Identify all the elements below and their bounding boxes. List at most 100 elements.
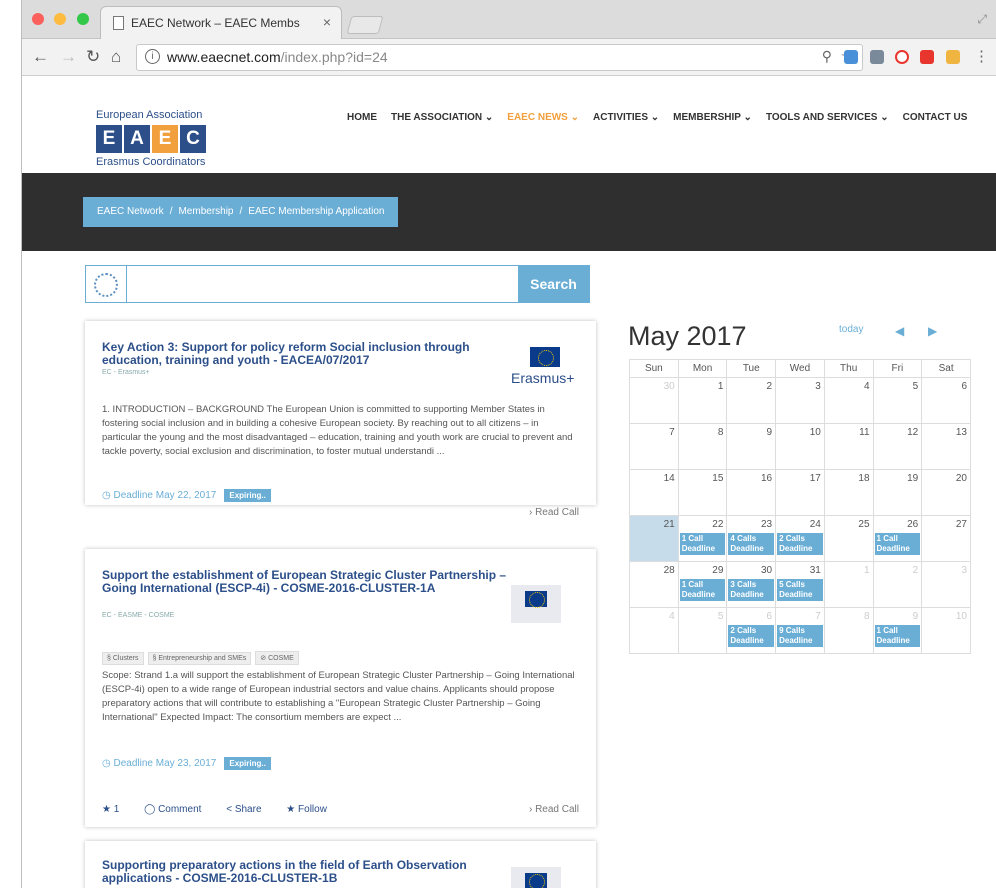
- calendar-day[interactable]: 13: [921, 423, 971, 470]
- close-window-button[interactable]: [32, 13, 44, 25]
- follow-button[interactable]: ★ Follow: [286, 804, 327, 815]
- active-tab[interactable]: EAEC Network – EAEC Membs ×: [100, 6, 342, 39]
- calendar-day[interactable]: 18: [823, 469, 874, 516]
- nav-item[interactable]: TOOLS AND SERVICES ⌄: [766, 112, 889, 123]
- calendar-day[interactable]: 29 1 Call Deadline: [677, 561, 728, 608]
- calendar-day[interactable]: 26 1 Call Deadline: [872, 515, 923, 562]
- calendar-today-button[interactable]: today: [839, 324, 863, 335]
- extension-icon[interactable]: [870, 50, 884, 64]
- close-tab-icon[interactable]: ×: [323, 14, 331, 30]
- nav-item[interactable]: THE ASSOCIATION ⌄: [391, 112, 493, 123]
- breadcrumb-item[interactable]: Membership: [178, 206, 233, 217]
- url-text[interactable]: www.eaecnet.com/index.php?id=24: [167, 49, 388, 65]
- calendar-day[interactable]: 2: [872, 561, 923, 608]
- breadcrumb-item[interactable]: EAEC Network: [97, 206, 164, 217]
- calendar-day[interactable]: 16: [726, 469, 777, 516]
- call-title[interactable]: Key Action 3: Support for policy reform …: [102, 341, 502, 367]
- calendar-next-icon[interactable]: ▶: [928, 324, 937, 338]
- calendar-day[interactable]: 31 5 Calls Deadline: [775, 561, 825, 608]
- calendar-day[interactable]: 4: [629, 607, 679, 654]
- calendar-day[interactable]: 30 3 Calls Deadline: [726, 561, 777, 608]
- new-tab-button[interactable]: [346, 16, 384, 34]
- calendar-day[interactable]: 19: [872, 469, 923, 516]
- site-logo[interactable]: European Association EAEC Erasmus Coordi…: [96, 109, 208, 168]
- call-title[interactable]: Supporting preparatory actions in the fi…: [102, 859, 502, 885]
- calendar-day[interactable]: 11: [823, 423, 874, 470]
- deadline-event[interactable]: 2 Calls Deadline: [728, 625, 775, 647]
- info-icon[interactable]: i: [145, 49, 160, 64]
- calendar-day[interactable]: 1: [677, 377, 728, 424]
- calendar-day[interactable]: 12: [872, 423, 923, 470]
- forward-icon[interactable]: →: [60, 47, 77, 67]
- calendar-day[interactable]: 21: [629, 515, 679, 562]
- calendar-day[interactable]: 30: [629, 377, 679, 424]
- calendar-prev-icon[interactable]: ◀: [895, 324, 904, 338]
- calendar-day[interactable]: 8: [677, 423, 728, 470]
- search-input[interactable]: [130, 270, 514, 298]
- like-count[interactable]: ★ 1: [102, 804, 119, 815]
- extension-icon[interactable]: [844, 50, 858, 64]
- home-icon[interactable]: ⌂: [111, 47, 121, 67]
- nav-item[interactable]: CONTACT US: [903, 112, 968, 123]
- calendar-day[interactable]: 28: [629, 561, 679, 608]
- nav-item[interactable]: MEMBERSHIP ⌄: [673, 112, 752, 123]
- calendar-day[interactable]: 22 1 Call Deadline: [677, 515, 728, 562]
- address-bar[interactable]: i www.eaecnet.com/index.php?id=24 ⚲ ☆: [136, 44, 863, 71]
- tag[interactable]: § Clusters: [102, 652, 144, 665]
- calendar-day[interactable]: 2: [726, 377, 777, 424]
- calendar-day[interactable]: 4: [823, 377, 874, 424]
- reload-icon[interactable]: ↻: [86, 47, 100, 67]
- deadline-event[interactable]: 1 Call Deadline: [679, 533, 726, 555]
- tag[interactable]: ⊘ COSME: [255, 651, 299, 665]
- nav-item[interactable]: ACTIVITIES ⌄: [593, 112, 659, 123]
- back-icon[interactable]: ←: [32, 47, 49, 67]
- tag[interactable]: § Entrepreneurship and SMEs: [147, 652, 252, 665]
- deadline-event[interactable]: 1 Call Deadline: [874, 533, 921, 555]
- opera-icon[interactable]: [895, 50, 909, 64]
- comment-button[interactable]: ◯ Comment: [144, 804, 201, 815]
- zoom-window-button[interactable]: [76, 13, 89, 25]
- calendar-day[interactable]: 15: [677, 469, 728, 516]
- deadline-event[interactable]: 1 Call Deadline: [874, 625, 921, 647]
- search-page-icon[interactable]: ⚲: [822, 48, 832, 65]
- calendar-day[interactable]: 25: [823, 515, 874, 562]
- calendar-day[interactable]: 6 2 Calls Deadline: [726, 607, 777, 654]
- calendar-day[interactable]: 20: [921, 469, 971, 516]
- share-button[interactable]: < Share: [226, 804, 261, 815]
- deadline-event[interactable]: 3 Calls Deadline: [728, 579, 775, 601]
- calendar-day[interactable]: 17: [775, 469, 825, 516]
- calendar-day[interactable]: 8: [823, 607, 874, 654]
- calendar-day[interactable]: 1: [823, 561, 874, 608]
- extension-icon[interactable]: [946, 50, 960, 64]
- extension-icon[interactable]: [920, 50, 934, 64]
- read-call-link[interactable]: › Read Call: [529, 804, 579, 815]
- calendar-day[interactable]: 23 4 Calls Deadline: [726, 515, 777, 562]
- calendar-day[interactable]: 5: [677, 607, 728, 654]
- calendar-day[interactable]: 9 1 Call Deadline: [872, 607, 923, 654]
- deadline-event[interactable]: 9 Calls Deadline: [777, 625, 823, 647]
- calendar-day[interactable]: 10: [921, 607, 971, 654]
- fullscreen-icon[interactable]: ⤢: [977, 12, 987, 27]
- deadline-event[interactable]: 5 Calls Deadline: [777, 579, 823, 601]
- calendar-day[interactable]: 3: [775, 377, 825, 424]
- deadline-event[interactable]: 2 Calls Deadline: [777, 533, 823, 555]
- calendar-day[interactable]: 27: [921, 515, 971, 562]
- minimize-window-button[interactable]: [54, 13, 67, 25]
- calendar-day[interactable]: 6: [921, 377, 971, 424]
- calendar-day[interactable]: 7 9 Calls Deadline: [775, 607, 825, 654]
- calendar-day[interactable]: 14: [629, 469, 679, 516]
- calendar-day[interactable]: 3: [921, 561, 971, 608]
- deadline-event[interactable]: 1 Call Deadline: [679, 579, 726, 601]
- calendar-day[interactable]: 7: [629, 423, 679, 470]
- deadline-event[interactable]: 4 Calls Deadline: [728, 533, 775, 555]
- browser-menu-icon[interactable]: ⋮: [974, 47, 989, 65]
- read-call-link[interactable]: › Read Call: [529, 507, 579, 518]
- calendar-day[interactable]: 5: [872, 377, 923, 424]
- calendar-day[interactable]: 10: [775, 423, 825, 470]
- calendar-day[interactable]: 24 2 Calls Deadline: [775, 515, 825, 562]
- nav-item[interactable]: HOME: [347, 112, 377, 123]
- search-button[interactable]: Search: [518, 266, 589, 302]
- nav-item[interactable]: EAEC NEWS ⌄: [507, 112, 579, 123]
- call-title[interactable]: Support the establishment of European St…: [102, 569, 512, 595]
- calendar-day[interactable]: 9: [726, 423, 777, 470]
